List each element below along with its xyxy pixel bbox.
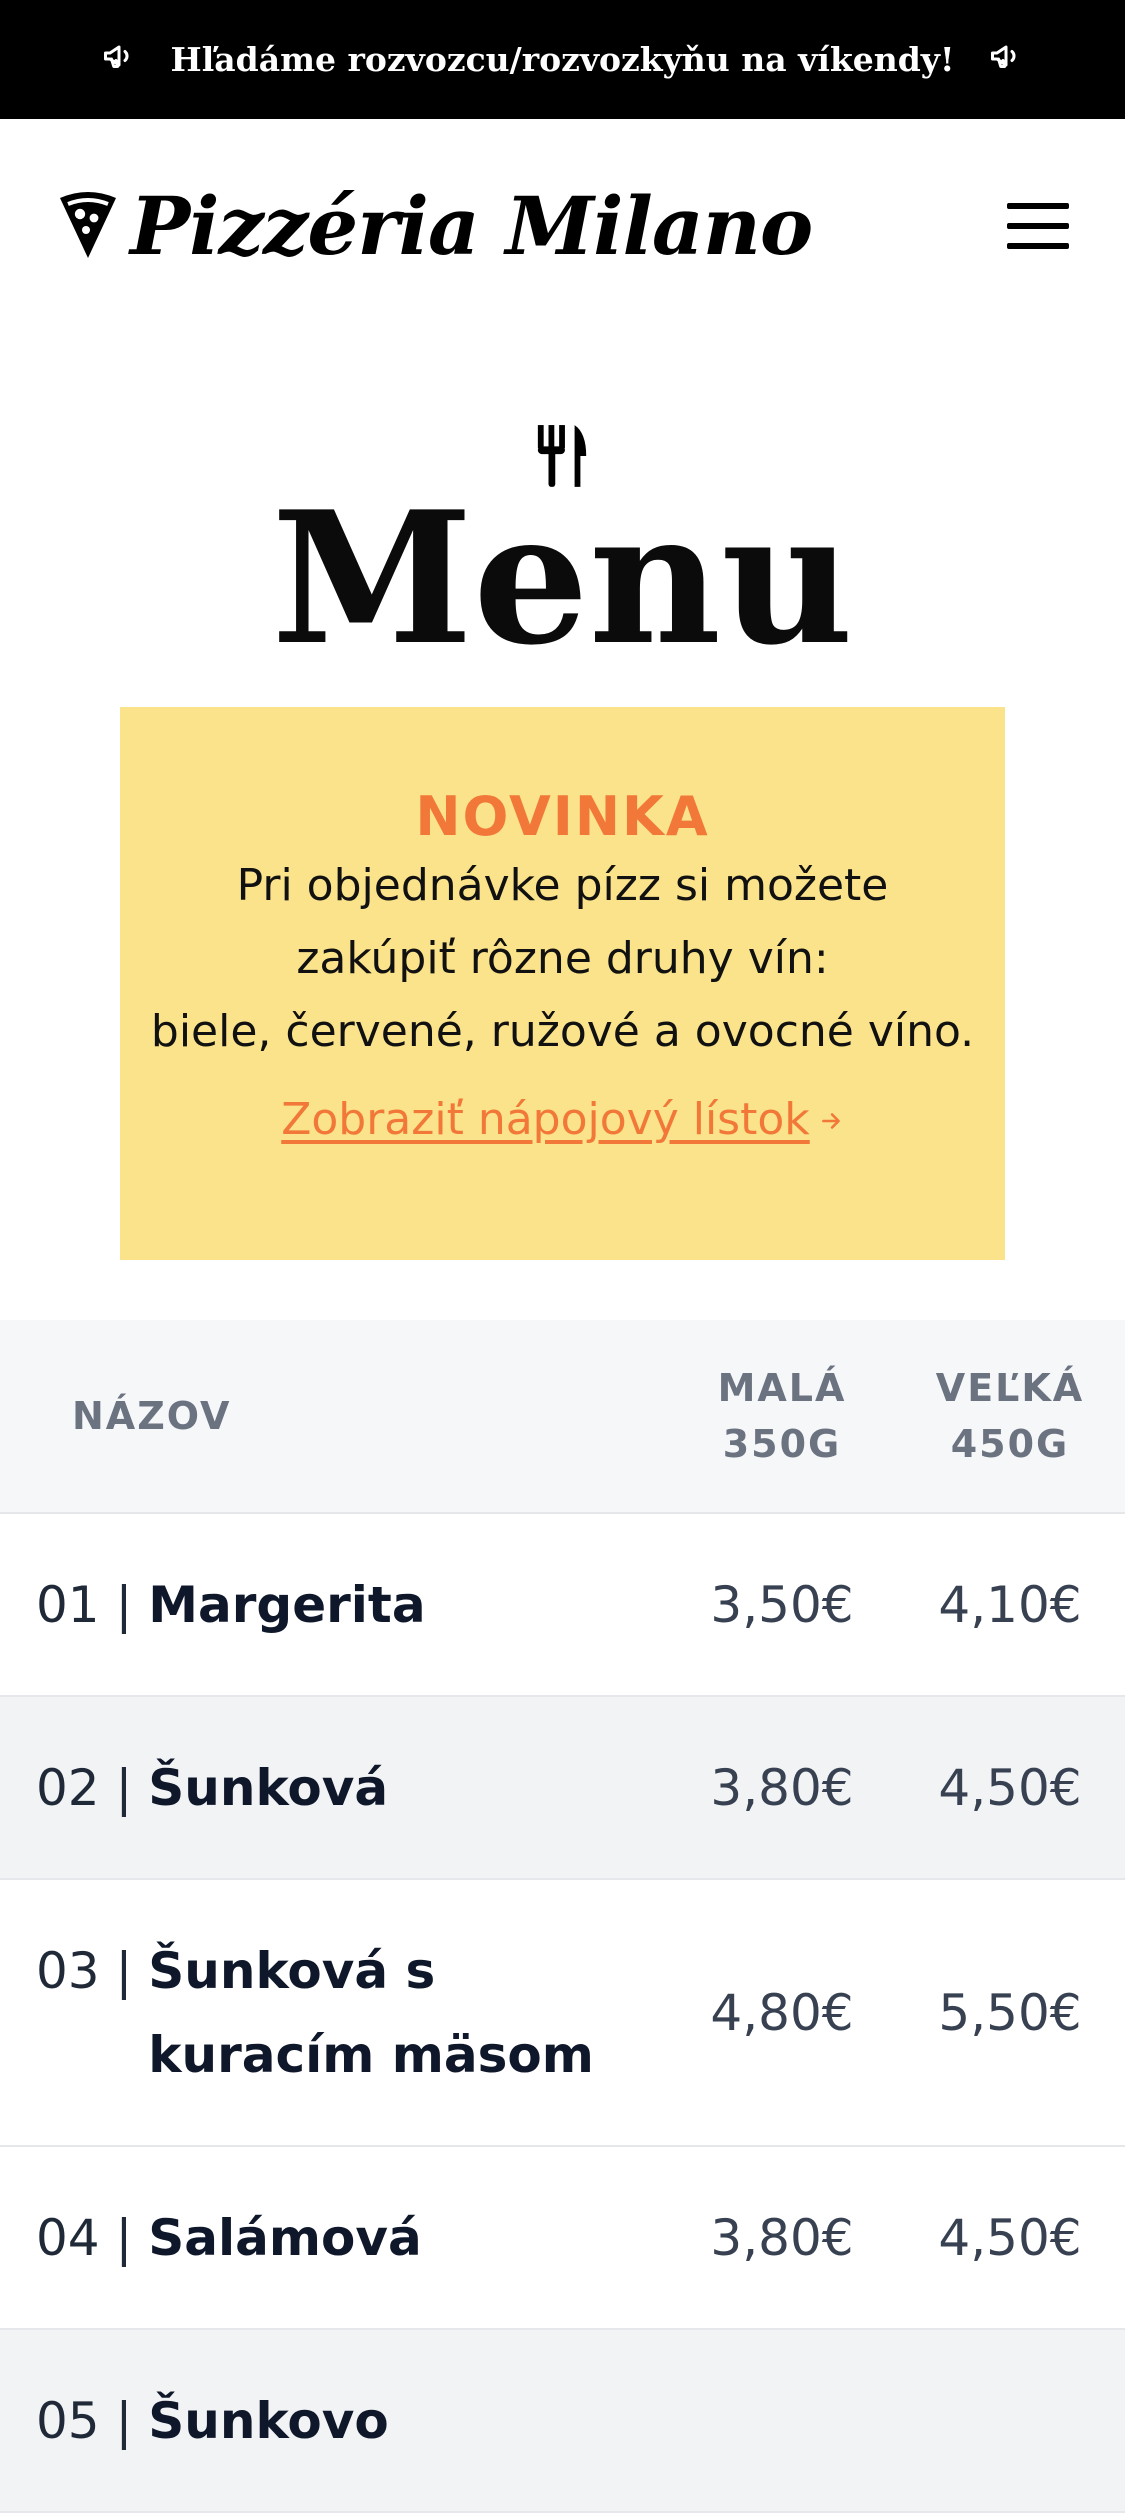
arrow-right-icon bbox=[818, 1094, 844, 1145]
price-large: 4,50€ bbox=[938, 2208, 1082, 2267]
brand-name: Pizzéria Milano bbox=[130, 179, 813, 273]
promo-box: NOVINKA Pri objednávke pízz si možete za… bbox=[120, 707, 1005, 1260]
pizza-name: Margerita bbox=[148, 1575, 426, 1634]
promo-title: NOVINKA bbox=[415, 785, 710, 848]
table-row: 05 | Šunkovo bbox=[0, 2330, 1125, 2513]
row-number: 04 | bbox=[36, 2208, 149, 2267]
price-small: 3,50€ bbox=[710, 1575, 854, 1634]
column-header-small: MALÁ 350G bbox=[669, 1360, 895, 1472]
site-header: Pizzéria Milano bbox=[0, 119, 1125, 333]
row-number: 02 | bbox=[36, 1758, 149, 1817]
pizza-name: Šunková bbox=[148, 1758, 389, 1817]
row-number: 05 | bbox=[36, 2391, 149, 2450]
hamburger-menu-icon[interactable] bbox=[1007, 203, 1069, 249]
column-header-large-label: VEĽKÁ bbox=[935, 1366, 1085, 1410]
row-number: 01 | bbox=[36, 1575, 149, 1634]
menu-heading-section: Menu bbox=[0, 333, 1125, 685]
column-header-large-weight: 450G bbox=[950, 1422, 1070, 1466]
price-large: 5,50€ bbox=[938, 1983, 1082, 2042]
announcement-bar: Hľadáme rozvozcu/rozvozkyňu na víkendy! bbox=[0, 0, 1125, 119]
promo-text-line: Pri objednávke pízz si možete bbox=[236, 860, 889, 911]
drinks-menu-link-label: Zobraziť nápojový lístok bbox=[281, 1094, 810, 1145]
row-number: 03 | bbox=[36, 1941, 149, 2000]
price-small: 4,80€ bbox=[710, 1983, 854, 2042]
column-header-small-weight: 350G bbox=[722, 1422, 842, 1466]
table-row: 02 | Šunková 3,80€ 4,50€ bbox=[0, 1697, 1125, 1880]
pizza-name: Salámová bbox=[148, 2208, 422, 2267]
brand-logo-link[interactable]: Pizzéria Milano bbox=[56, 179, 813, 273]
table-header: NÁZOV MALÁ 350G VEĽKÁ 450G bbox=[0, 1320, 1125, 1514]
table-row: 01 | Margerita 3,50€ 4,10€ bbox=[0, 1514, 1125, 1697]
pizza-name: Šunková s kuracím mäsom bbox=[148, 1941, 594, 2084]
pizza-menu-table: NÁZOV MALÁ 350G VEĽKÁ 450G 01 | Margerit… bbox=[0, 1320, 1125, 2513]
column-header-name: NÁZOV bbox=[72, 1394, 232, 1438]
page-title: Menu bbox=[271, 471, 854, 685]
megaphone-icon bbox=[101, 38, 137, 82]
column-header-large: VEĽKÁ 450G bbox=[895, 1360, 1125, 1472]
pizza-slice-icon bbox=[56, 189, 120, 263]
table-row: 04 | Salámová 3,80€ 4,50€ bbox=[0, 2147, 1125, 2330]
price-large: 4,10€ bbox=[938, 1575, 1082, 1634]
promo-text-line: zakúpiť rôzne druhy vín: bbox=[296, 933, 829, 984]
column-header-small-label: MALÁ bbox=[717, 1366, 847, 1410]
price-small: 3,80€ bbox=[710, 1758, 854, 1817]
announcement-text: Hľadáme rozvozcu/rozvozkyňu na víkendy! bbox=[170, 40, 955, 79]
megaphone-icon bbox=[988, 38, 1024, 82]
pizza-name: Šunkovo bbox=[148, 2391, 389, 2450]
price-large: 4,50€ bbox=[938, 1758, 1082, 1817]
price-small: 3,80€ bbox=[710, 2208, 854, 2267]
drinks-menu-link[interactable]: Zobraziť nápojový lístok bbox=[281, 1094, 844, 1145]
table-row: 03 | Šunková s kuracím mäsom 4,80€ 5,50€ bbox=[0, 1880, 1125, 2147]
promo-text-line: biele, červené, ružové a ovocné víno. bbox=[150, 1006, 975, 1057]
